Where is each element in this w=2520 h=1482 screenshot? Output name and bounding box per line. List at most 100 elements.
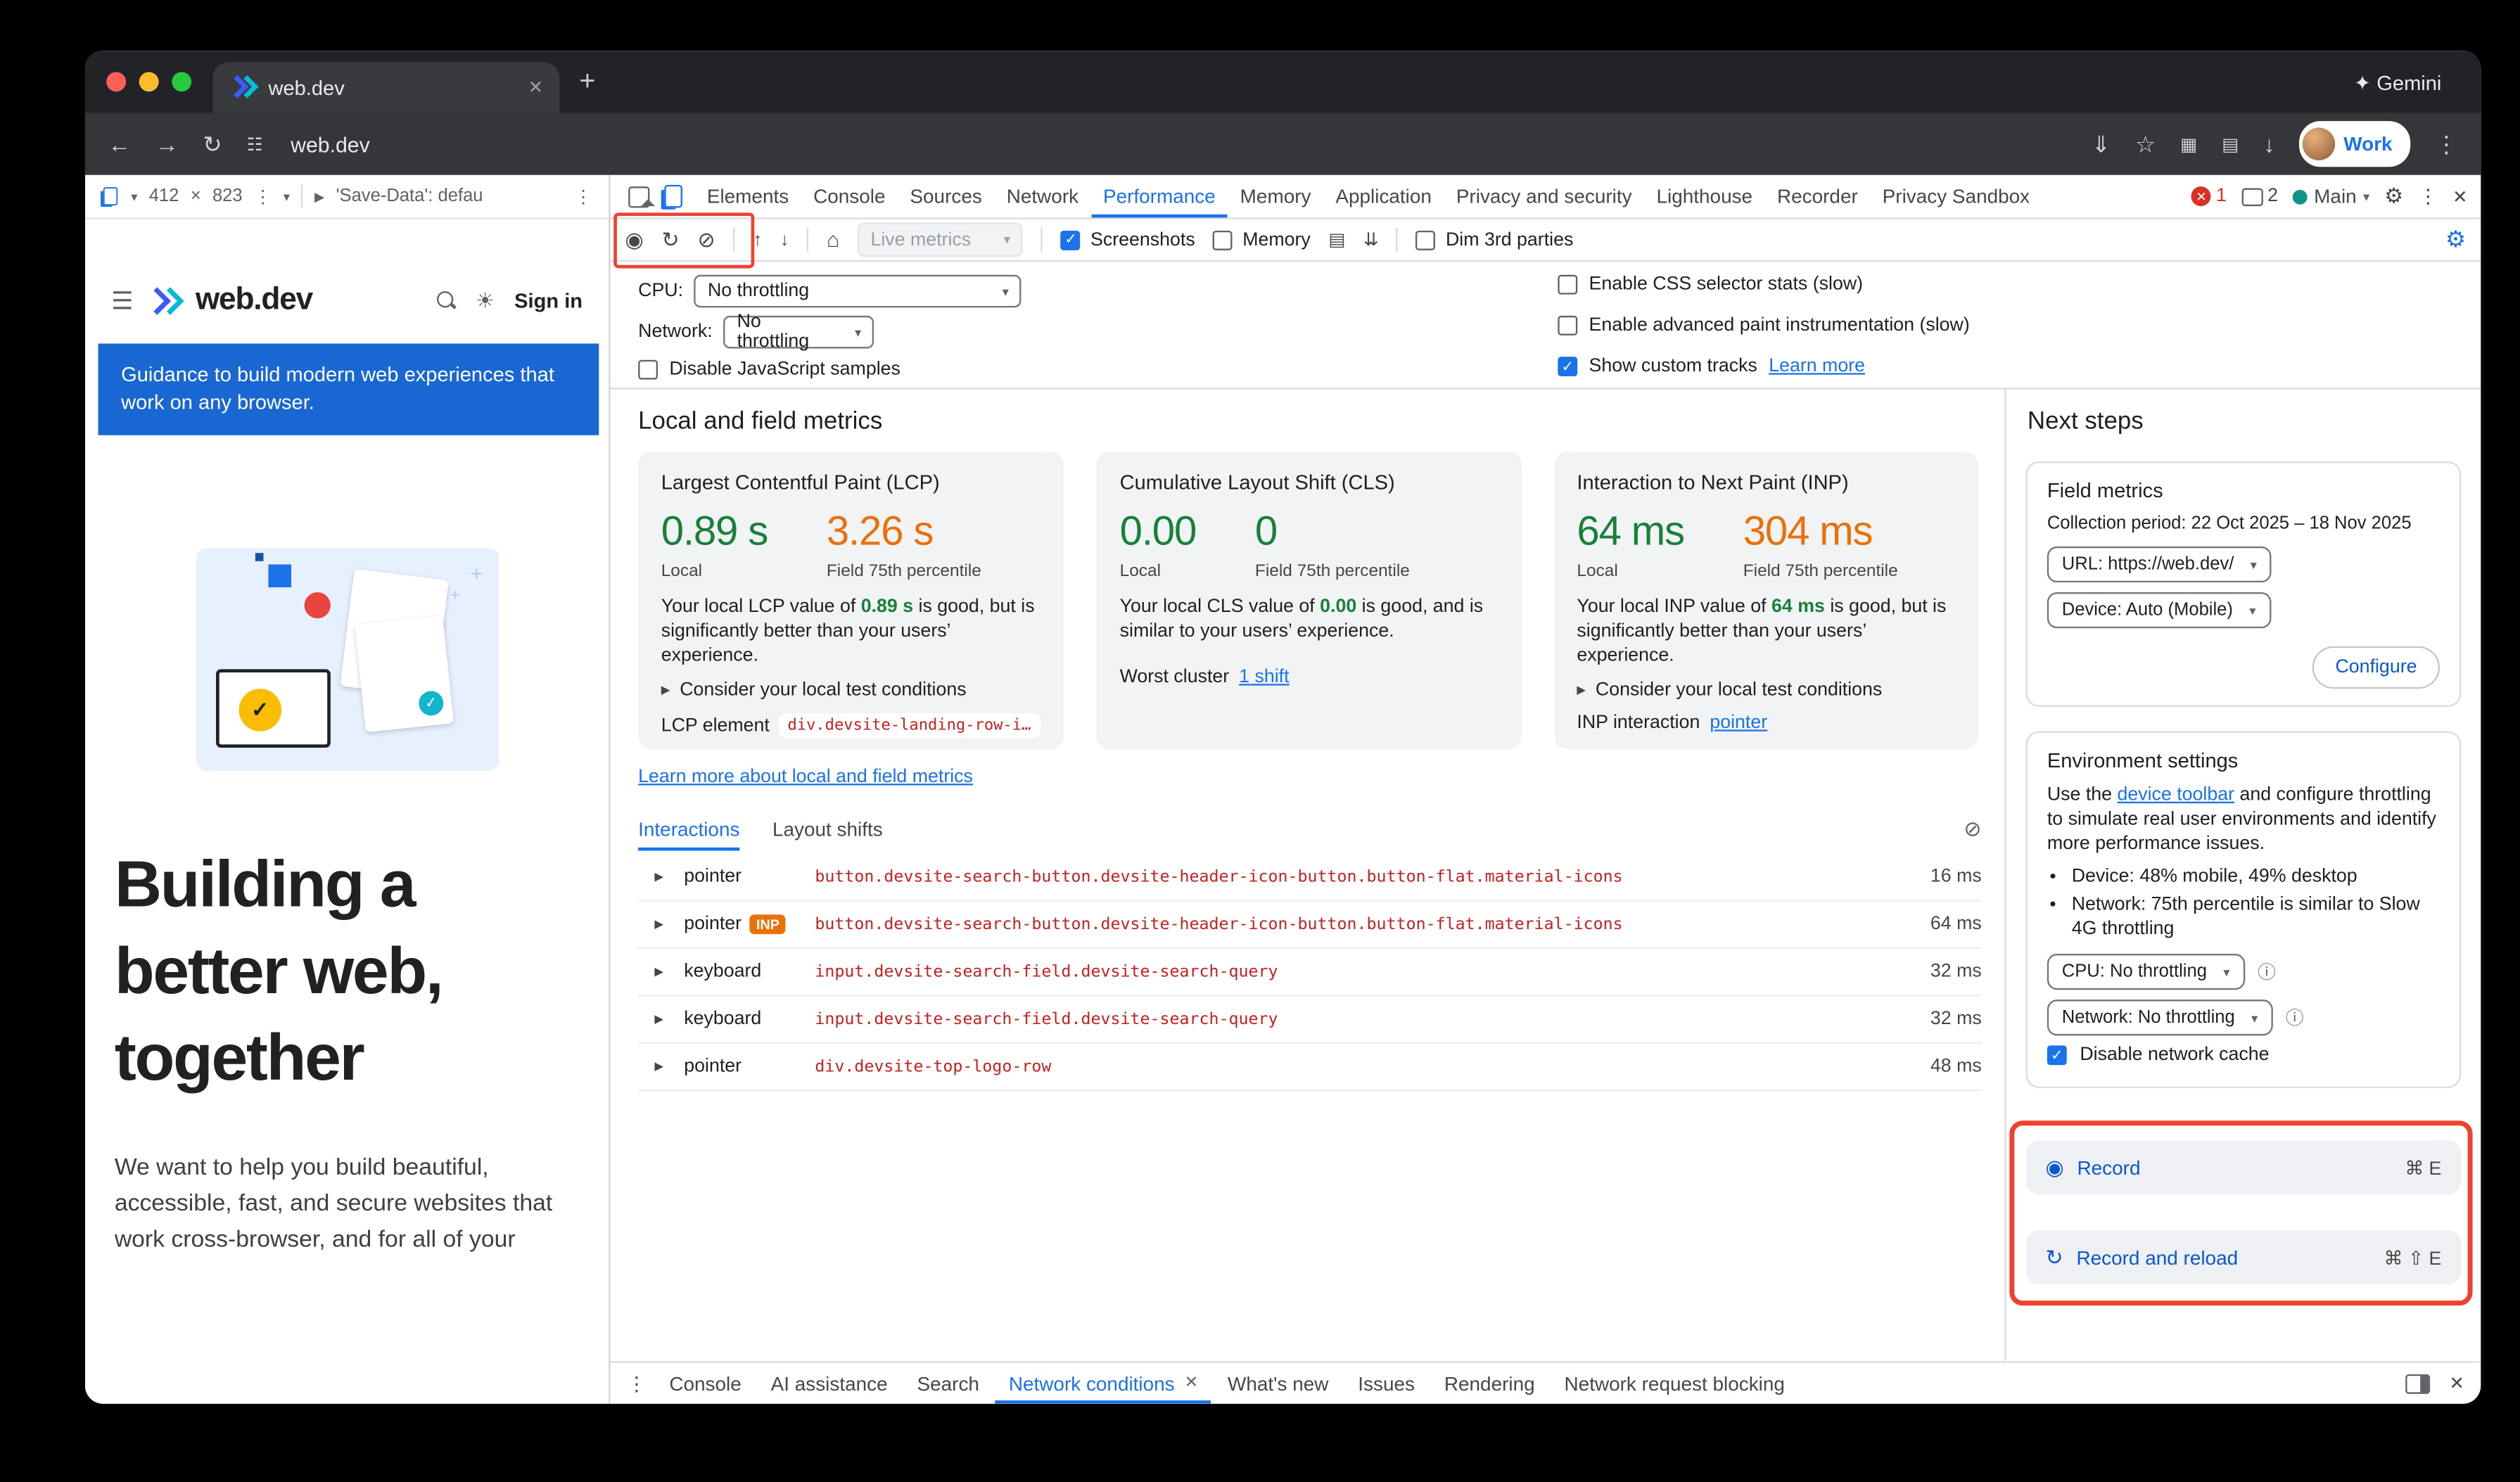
browser-menu-icon[interactable]: ⋮ [2435,130,2458,158]
inp-interaction-link[interactable]: pointer [1710,713,1767,733]
site-logo[interactable] [148,291,181,311]
tab-layout-shifts[interactable]: Layout shifts [772,818,883,841]
record-and-reload-button[interactable]: ↻ Record and reload ⌘ ⇧ E [2026,1230,2462,1284]
back-icon[interactable]: ← [108,131,132,157]
devtools-menu-icon[interactable]: ⋮ [2418,185,2438,208]
drawer-layout-icon[interactable] [2405,1374,2430,1393]
drawer-tab-whats-new[interactable]: What's new [1214,1363,1342,1404]
learn-more-link[interactable]: Learn more [1769,357,1865,376]
network-throttle-select[interactable]: No throttling▾ [724,316,874,349]
tab-recorder[interactable]: Recorder [1766,175,1869,217]
site-settings-icon[interactable]: ☷ [247,134,263,155]
memory-checkbox[interactable]: Memory [1213,230,1310,250]
paint-instrumentation-checkbox[interactable]: Enable advanced paint instrumentation (s… [1558,316,1969,336]
tab-close-icon[interactable]: ✕ [528,77,543,98]
drawer-close-icon[interactable]: ✕ [2450,1373,2464,1394]
install-icon[interactable]: ⇓ [2092,130,2111,158]
close-window-button[interactable] [106,72,126,91]
network-meter-icon[interactable]: ▤ [1328,229,1345,250]
lcp-element-link[interactable]: div.devsite-landing-row-ite… [779,713,1041,738]
maximize-window-button[interactable] [172,72,191,91]
record-icon[interactable]: ◉ [625,226,644,253]
interaction-row[interactable]: ▶ pointer button.devsite-search-button.d… [638,854,1982,901]
issues-badge[interactable]: 2 [2241,186,2278,206]
sidebar-network-select[interactable]: Network: No throttling▾ [2047,999,2272,1035]
theme-toggle-icon[interactable]: ☀ [476,288,495,314]
network-info-icon[interactable]: ⓘ [2286,1004,2304,1030]
cls-worst-cluster-link[interactable]: 1 shift [1239,667,1289,687]
tab-lighthouse[interactable]: Lighthouse [1645,175,1764,217]
forward-icon[interactable]: → [155,131,179,157]
tab-performance[interactable]: Performance [1092,175,1227,217]
interaction-row[interactable]: ▶ keyboard input.devsite-search-field.de… [638,997,1982,1044]
lcp-test-conditions-expander[interactable]: ▶ Consider your local test conditions [661,681,1041,701]
device-select[interactable]: Device: Auto (Mobile)▾ [2047,592,2271,628]
cpu-throttle-select[interactable]: No throttling▾ [694,275,1022,308]
downloads-icon[interactable]: ↓ [2263,131,2274,157]
extensions-icon[interactable]: ▦ [2180,134,2197,155]
devtools-settings-icon[interactable]: ⚙ [2384,184,2403,210]
error-badge[interactable]: ✕1 [2191,186,2227,206]
clear-interactions-icon[interactable]: ⊘ [1964,817,1981,843]
dimensions-icon[interactable] [103,187,117,205]
record-button[interactable]: ◉ Record ⌘ E [2026,1140,2462,1194]
tab-network[interactable]: Network [995,175,1090,217]
hamburger-menu-icon[interactable]: ☰ [111,286,133,316]
site-search-icon[interactable] [436,291,456,311]
download-profile-icon[interactable]: ↓ [780,230,789,250]
cpu-info-icon[interactable]: ⓘ [2258,959,2276,985]
garbage-collect-icon[interactable]: ⇊ [1363,229,1378,250]
bookmark-star-icon[interactable]: ☆ [2135,130,2156,158]
learn-more-metrics-link[interactable]: Learn more about local and field metrics [638,767,973,787]
gemini-button[interactable]: ✦ Gemini [2354,51,2442,113]
custom-tracks-checkbox[interactable]: ✓ Show custom tracks Learn more [1558,357,1865,376]
tab-interactions[interactable]: Interactions [638,808,739,850]
tab-memory[interactable]: Memory [1228,175,1322,217]
drawer-tab-issues[interactable]: Issues [1345,1363,1428,1404]
home-icon[interactable]: ⌂ [827,227,839,252]
tab-privacy-security[interactable]: Privacy and security [1445,175,1643,217]
interaction-row[interactable]: ▶ pointer div.devsite-top-logo-row 48 ms [638,1044,1982,1091]
device-toolbar-menu-icon[interactable]: ⋮ [574,186,592,207]
url-select[interactable]: URL: https://web.dev/▾ [2047,547,2272,582]
site-banner[interactable]: Guidance to build modern web experiences… [98,343,599,435]
tab-application[interactable]: Application [1324,175,1443,217]
tab-elements[interactable]: Elements [696,175,801,217]
browser-tab[interactable]: web.dev ✕ [212,62,559,113]
profile-button[interactable]: Work [2300,121,2411,167]
drawer-tab-rendering[interactable]: Rendering [1431,1363,1548,1404]
throttle-play-icon[interactable]: ▶ [314,189,324,204]
drawer-tab-network-request-blocking[interactable]: Network request blocking [1551,1363,1798,1404]
drawer-tab-network-conditions[interactable]: Network conditions ✕ [995,1363,1211,1404]
tab-console[interactable]: Console [802,175,897,217]
minimize-window-button[interactable] [139,72,159,91]
close-drawer-tab-icon[interactable]: ✕ [1185,1374,1199,1393]
record-reload-icon[interactable]: ↻ [662,226,680,253]
devtools-close-icon[interactable]: ✕ [2452,186,2467,207]
interaction-row[interactable]: ▶ keyboard input.devsite-search-field.de… [638,949,1982,996]
upload-profile-icon[interactable]: ↑ [753,230,762,250]
drawer-tab-ai-assistance[interactable]: AI assistance [758,1363,901,1404]
inspect-element-icon[interactable] [628,186,649,207]
context-selector[interactable]: Main ▾ [2293,185,2369,208]
css-selector-stats-checkbox[interactable]: Enable CSS selector stats (slow) [1558,275,1863,295]
new-tab-button[interactable]: + [579,65,595,98]
reload-icon[interactable]: ↻ [203,130,222,158]
tab-privacy-sandbox[interactable]: Privacy Sandbox [1871,175,2041,217]
drawer-menu-icon[interactable]: ⋮ [621,1372,654,1395]
sidebar-cpu-select[interactable]: CPU: No throttling▾ [2047,954,2245,990]
dimensions-caret-icon[interactable]: ▾ [131,189,137,204]
dim-3rd-parties-checkbox[interactable]: Dim 3rd parties [1416,230,1573,250]
screenshots-checkbox[interactable]: ✓ Screenshots [1061,230,1195,250]
drawer-tab-console[interactable]: Console [656,1363,755,1404]
clear-icon[interactable]: ⊘ [697,226,715,253]
disable-cache-checkbox[interactable]: ✓ Disable network cache [2047,1045,2440,1065]
device-toolbar-link[interactable]: device toolbar [2117,785,2234,805]
viewport-width[interactable]: 412 [149,186,179,206]
sign-in-link[interactable]: Sign in [514,290,583,313]
device-toolbar-toggle-icon[interactable] [664,185,682,208]
reading-list-icon[interactable]: ▤ [2222,134,2239,155]
disable-js-samples-checkbox[interactable]: Disable JavaScript samples [638,360,901,380]
capture-settings-gear-icon[interactable]: ⚙ [2445,226,2466,254]
site-brand[interactable]: web.dev [196,283,312,319]
